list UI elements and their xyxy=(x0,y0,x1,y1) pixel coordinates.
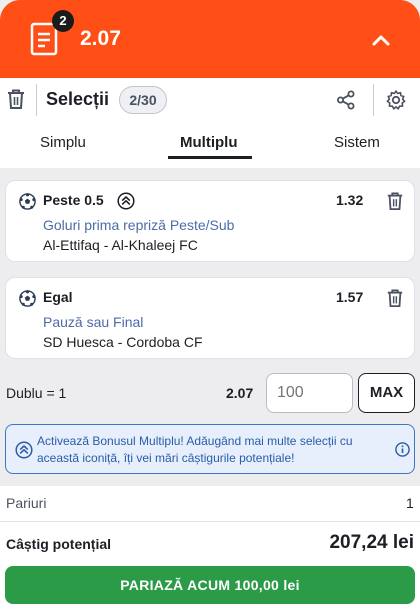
bonus-info-banner: Activează Bonusul Multiplu! Adăugând mai… xyxy=(5,424,415,474)
max-stake-button[interactable]: MAX xyxy=(358,373,415,413)
tab-sistem[interactable]: Sistem xyxy=(334,134,380,151)
bet-pick: Peste 0.5 xyxy=(43,192,104,208)
selections-panel: Selecții 2/30 Simplu Multiplu Sistem xyxy=(0,78,420,168)
bonus-info-text: Activează Bonusul Multiplu! Adăugând mai… xyxy=(37,434,353,465)
total-odds: 2.07 xyxy=(80,27,121,50)
trash-icon[interactable] xyxy=(386,288,404,308)
potential-win-value: 207,24 lei xyxy=(329,532,414,553)
gear-icon[interactable] xyxy=(385,89,407,111)
divider xyxy=(36,84,37,116)
bet-card: Peste 0.5 1.32 Goluri prima repriză Pest… xyxy=(5,180,415,262)
football-icon xyxy=(19,290,36,307)
active-tab-indicator xyxy=(168,156,252,159)
selections-count-badge: 2 xyxy=(52,10,74,32)
trash-icon[interactable] xyxy=(6,88,26,110)
betslip-header[interactable]: 2 2.07 xyxy=(0,0,420,78)
bet-event: SD Huesca - Cordoba CF xyxy=(43,334,203,350)
bet-odd: 1.32 xyxy=(336,192,364,208)
selections-count-pill: 2/30 xyxy=(119,86,167,114)
bet-market: Goluri prima repriză Peste/Sub xyxy=(43,217,235,233)
combination-label: Dublu = 1 xyxy=(6,385,67,401)
bet-card: Egal 1.57 Pauză sau Final SD Huesca - Co… xyxy=(5,277,415,359)
bet-event: Al-Ettifaq - Al-Khaleej FC xyxy=(43,237,198,253)
bet-odd: 1.57 xyxy=(336,289,364,305)
bets-count-label: Pariuri xyxy=(6,495,47,511)
divider xyxy=(373,84,374,116)
bet-market: Pauză sau Final xyxy=(43,314,144,330)
stake-input[interactable] xyxy=(266,373,353,413)
bet-pick: Egal xyxy=(43,289,73,305)
divider xyxy=(0,521,420,522)
info-icon[interactable] xyxy=(395,442,410,457)
trash-icon[interactable] xyxy=(386,191,404,211)
selections-title: Selecții xyxy=(46,89,110,109)
tab-multiplu[interactable]: Multiplu xyxy=(180,134,237,151)
bets-count-value: 1 xyxy=(406,495,414,511)
tab-simplu[interactable]: Simplu xyxy=(40,134,86,151)
betslip-summary: Pariuri 1 Câștig potențial 207,24 lei PA… xyxy=(0,486,420,612)
place-bet-button[interactable]: PARIAZĂ ACUM 100,00 lei xyxy=(5,566,415,604)
combination-odds: 2.07 xyxy=(226,385,254,401)
chevron-up-icon[interactable] xyxy=(368,28,394,52)
multiplu-bonus-icon xyxy=(15,441,33,459)
football-icon xyxy=(19,193,36,210)
multiplu-bonus-icon xyxy=(117,192,135,210)
share-icon[interactable] xyxy=(336,90,356,110)
potential-win-label: Câștig potențial xyxy=(6,536,112,552)
